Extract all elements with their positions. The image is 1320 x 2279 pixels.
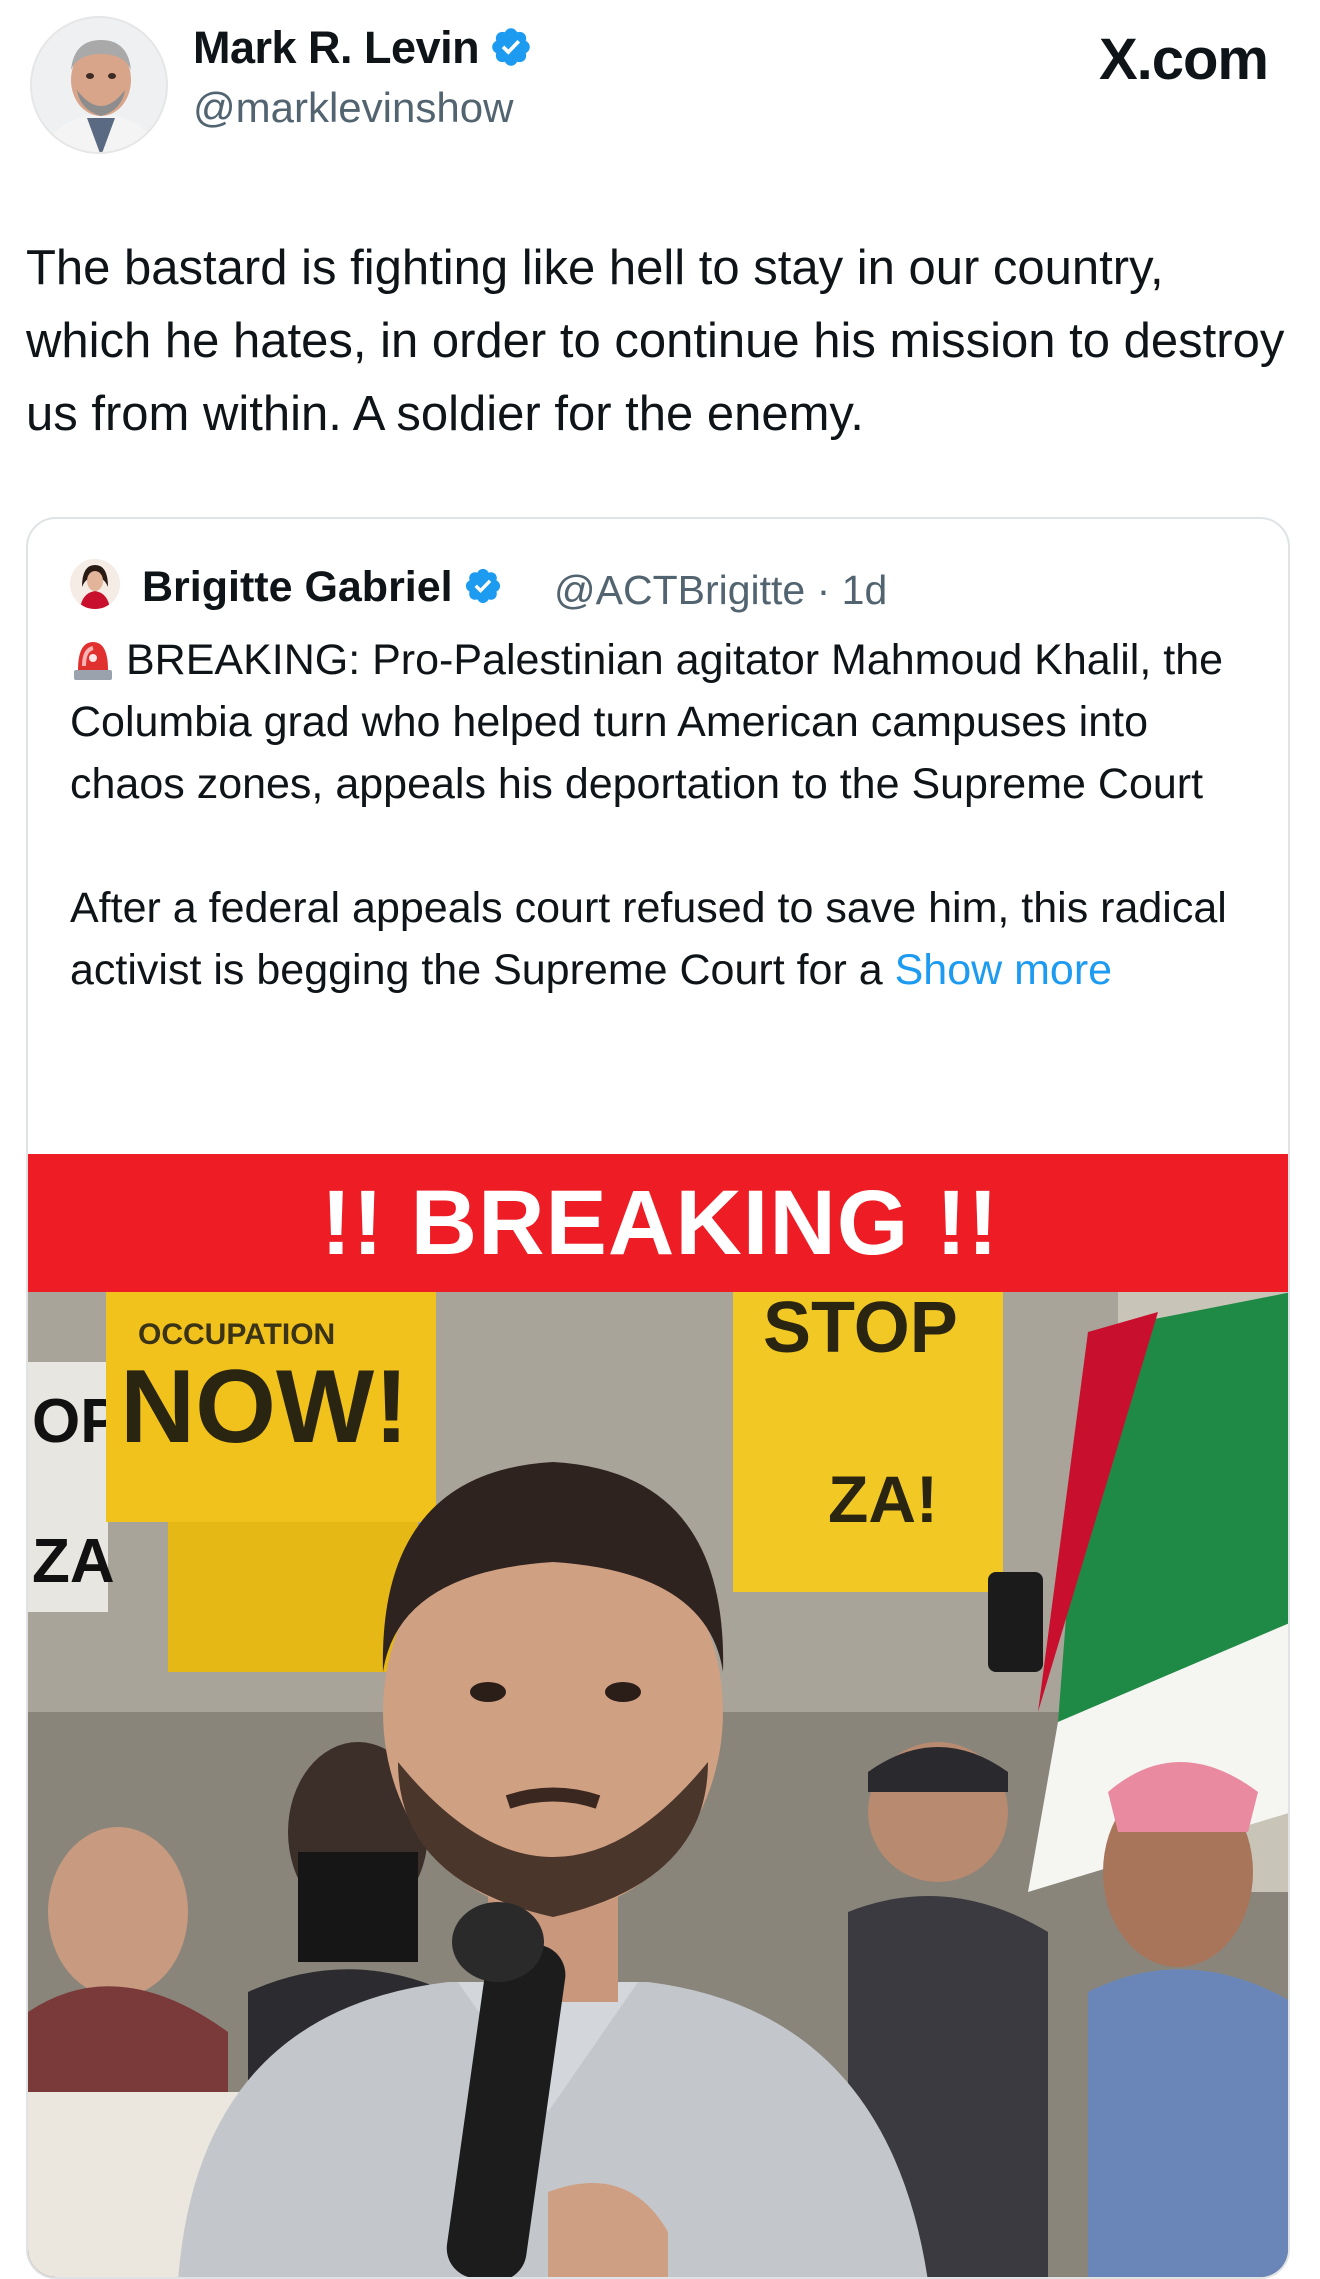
- quoted-handle-time[interactable]: @ACTBrigitte · 1d: [554, 567, 887, 614]
- sign-left-big-text: NOW!: [120, 1349, 409, 1465]
- quoted-paragraph-1-text: BREAKING: Pro-Palestinian agitator Mahmo…: [70, 636, 1224, 808]
- protest-sign-right: STOP ZA!: [733, 1292, 1003, 1592]
- police-light-icon: [74, 642, 112, 680]
- quoted-tweet-card[interactable]: Brigitte Gabriel @ACTBrigitte · 1d BREAK…: [26, 517, 1290, 2279]
- tweet-text: The bastard is fighting like hell to sta…: [26, 241, 1285, 441]
- verified-badge-icon: [465, 568, 500, 604]
- site-logo: X.com: [1098, 27, 1269, 92]
- sign-right-text-2: ZA!: [828, 1462, 938, 1536]
- quoted-author-name[interactable]: Brigitte Gabriel: [142, 563, 453, 611]
- quoted-paragraph-1: BREAKING: Pro-Palestinian agitator Mahmo…: [70, 629, 1260, 815]
- verified-badge-icon: [492, 28, 530, 66]
- quoted-paragraph-2: After a federal appeals court refused to…: [70, 877, 1260, 1001]
- breaking-banner: !! BREAKING !!: [28, 1154, 1288, 1292]
- author-handle[interactable]: @marklevinshow: [193, 84, 513, 132]
- quoted-author-name-row[interactable]: Brigitte Gabriel: [142, 563, 503, 612]
- author-name[interactable]: Mark R. Levin: [193, 22, 480, 73]
- quoted-author-avatar[interactable]: [70, 559, 120, 609]
- sign-far-left-text-2: ZA: [32, 1527, 115, 1596]
- quoted-tweet-body: BREAKING: Pro-Palestinian agitator Mahmo…: [70, 629, 1260, 1001]
- show-more-link[interactable]: Show more: [895, 946, 1112, 994]
- author-name-row[interactable]: Mark R. Levin: [193, 22, 533, 74]
- sign-left-small-text: OCCUPATION: [138, 1318, 335, 1351]
- author-avatar[interactable]: [30, 16, 168, 154]
- protest-photo[interactable]: OP ZA OCCUPATION NOW! STOP ZA!: [28, 1292, 1288, 2277]
- sign-right-text: STOP: [763, 1292, 958, 1368]
